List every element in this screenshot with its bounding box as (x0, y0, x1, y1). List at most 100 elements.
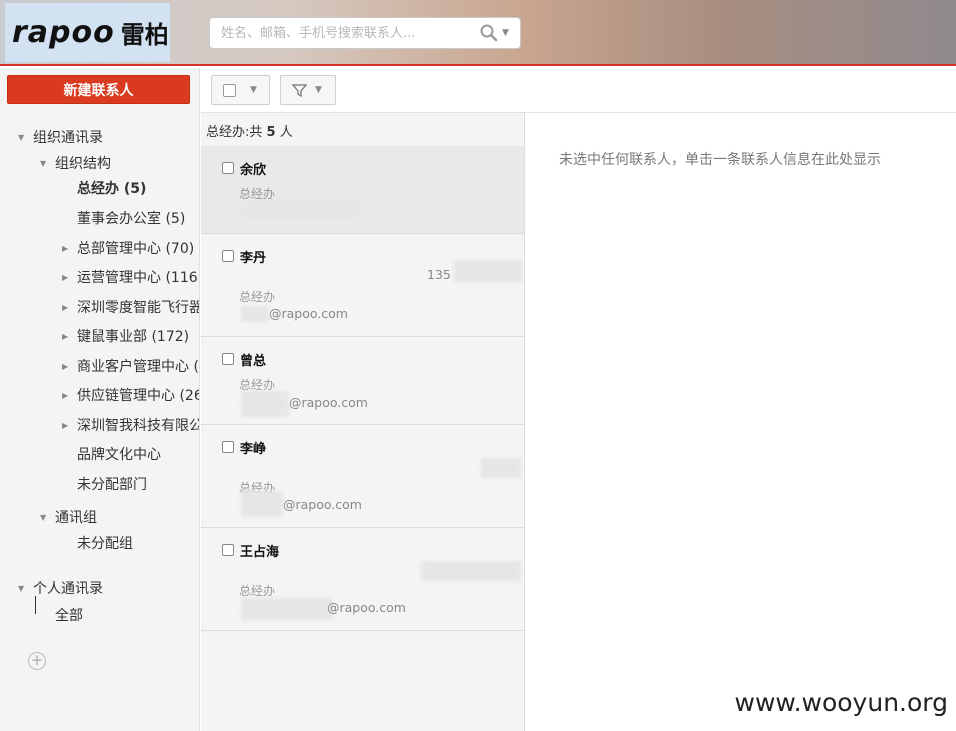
chevron-down-icon[interactable]: ▼ (502, 28, 512, 38)
sidebar: 新建联系人 ▼ 组织通讯录 ▼ 组织结构 总经办 (5) 董事会办公室 (5) … (0, 68, 200, 731)
select-all-checkbox[interactable] (223, 83, 236, 97)
triangle-right-icon[interactable]: ▶ (62, 391, 70, 400)
contact-list: 总经办:共 5 人 余欣 总经办 李丹 135 总经办 @rapoo.com 曾… (201, 113, 525, 731)
logo-text: rapoo (12, 15, 115, 50)
contact-card[interactable]: 余欣 总经办 (201, 146, 524, 234)
tree-org-root[interactable]: ▼ 组织通讯录 (18, 127, 103, 147)
contact-count: 总经办:共 5 人 (206, 121, 293, 140)
tree-label: 董事会办公室 (5) (77, 211, 186, 227)
triangle-down-icon[interactable]: ▼ (40, 159, 48, 168)
select-all-dropdown[interactable]: ▼ (211, 75, 270, 105)
redacted-block (421, 561, 521, 581)
tree-label: 组织通讯录 (33, 130, 103, 146)
contact-email: @rapoo.com (327, 600, 406, 615)
tree-dept-item[interactable]: 董事会办公室 (5) (77, 208, 185, 228)
tree-dept-item[interactable]: ▶ 运营管理中心 (116 (62, 267, 198, 287)
toolbar: ▼ ▼ (201, 68, 956, 113)
contact-name: 余欣 (240, 163, 267, 178)
tree-dept-item[interactable]: 品牌文化中心 (77, 444, 161, 464)
tree-groups[interactable]: ▼ 通讯组 (40, 507, 97, 527)
search-box[interactable]: ▼ (209, 17, 521, 49)
contact-checkbox[interactable] (222, 544, 234, 556)
triangle-right-icon[interactable]: ▶ (62, 362, 70, 371)
filter-icon[interactable] (292, 83, 307, 98)
text-cursor (35, 596, 36, 614)
tree-dept-item[interactable]: ▶ 深圳智我科技有限公 (62, 415, 200, 435)
tree-label: 全部 (55, 608, 83, 624)
triangle-down-icon[interactable]: ▼ (40, 513, 48, 522)
redacted-block (454, 260, 522, 282)
tree-dept-item[interactable]: ▶ 总部管理中心 (70) (62, 238, 194, 258)
tree-label: 组织结构 (55, 156, 111, 172)
logo: rapoo 雷柏 (5, 3, 170, 62)
tree-label: 运营管理中心 (116 (77, 270, 198, 286)
tree-label: 深圳智我科技有限公 (77, 418, 200, 434)
contact-card[interactable]: 李峥 总经办 @rapoo.com (201, 425, 524, 528)
tree-group-item[interactable]: 未分配组 (77, 533, 133, 553)
triangle-right-icon[interactable]: ▶ (62, 332, 70, 341)
filter-dropdown[interactable]: ▼ (280, 75, 336, 105)
tree-personal-all[interactable]: 全部 (55, 605, 83, 625)
app-header: rapoo 雷柏 ▼ (0, 0, 956, 66)
contact-email: @rapoo.com (283, 497, 362, 512)
count-prefix: 总经办:共 (206, 125, 263, 140)
redacted-block (241, 391, 289, 417)
tree-dept-item[interactable]: ▶ 键鼠事业部 (172) (62, 326, 189, 346)
contact-checkbox[interactable] (222, 162, 234, 174)
redacted-block (481, 458, 521, 478)
redacted-block (241, 306, 269, 322)
contact-card[interactable]: 曾总 总经办 @rapoo.com (201, 337, 524, 425)
search-input[interactable] (210, 19, 479, 47)
add-icon[interactable]: + (28, 652, 46, 670)
triangle-down-icon[interactable]: ▼ (18, 133, 26, 142)
tree-dept-item[interactable]: 未分配部门 (77, 474, 147, 494)
contact-card[interactable]: 李丹 135 总经办 @rapoo.com (201, 234, 524, 337)
tree-org-structure[interactable]: ▼ 组织结构 (40, 153, 111, 173)
redacted-block (241, 491, 283, 517)
tree-label: 通讯组 (55, 510, 97, 526)
triangle-right-icon[interactable]: ▶ (62, 244, 70, 253)
tree-personal-root[interactable]: ▼ 个人通讯录 (18, 578, 103, 598)
redacted-block (241, 598, 333, 620)
contact-checkbox[interactable] (222, 250, 234, 262)
contact-email: @rapoo.com (269, 306, 348, 321)
tree-dept-item[interactable]: ▶ 商业客户管理中心 ( (62, 356, 199, 376)
contact-dept: 总经办 (239, 584, 276, 598)
contact-name: 李丹 (240, 251, 267, 266)
tree-label: 总部管理中心 (70) (77, 241, 195, 257)
tree-label: 深圳零度智能飞行器 (77, 300, 200, 316)
contact-checkbox[interactable] (222, 353, 234, 365)
empty-detail-hint: 未选中任何联系人，单击一条联系人信息在此处显示 (559, 152, 881, 168)
search-icon[interactable] (479, 23, 499, 43)
contact-email: @rapoo.com (289, 395, 368, 410)
count-suffix: 人 (279, 125, 293, 140)
chevron-down-icon[interactable]: ▼ (250, 85, 257, 95)
tree-label: 品牌文化中心 (77, 447, 161, 463)
tree-label: 未分配组 (77, 536, 133, 552)
tree-dept-item[interactable]: ▶ 深圳零度智能飞行器 (62, 297, 200, 317)
watermark: www.wooyun.org (734, 688, 948, 717)
detail-pane: 未选中任何联系人，单击一条联系人信息在此处显示 (526, 113, 956, 731)
tree-label: 商业客户管理中心 ( (77, 359, 199, 375)
chevron-down-icon[interactable]: ▼ (315, 85, 322, 95)
tree-label: 个人通讯录 (33, 581, 103, 597)
contact-card[interactable]: 王占海 总经办 @rapoo.com (201, 528, 524, 631)
tree-label: 未分配部门 (77, 477, 147, 493)
contact-name: 李峥 (240, 442, 267, 457)
redacted-block (241, 203, 361, 219)
new-contact-button[interactable]: 新建联系人 (7, 75, 190, 104)
tree-label: 键鼠事业部 (172) (77, 329, 190, 345)
contact-name: 曾总 (240, 354, 267, 369)
triangle-right-icon[interactable]: ▶ (62, 303, 70, 312)
logo-cn-text: 雷柏 (120, 21, 169, 49)
contact-phone: 135 (427, 267, 451, 282)
triangle-right-icon[interactable]: ▶ (62, 421, 70, 430)
tree-label: 供应链管理中心 (26 (77, 388, 200, 404)
tree-label: 总经办 (5) (77, 181, 147, 197)
contact-dept: 总经办 (239, 187, 276, 201)
tree-dept-item[interactable]: ▶ 供应链管理中心 (26 (62, 385, 200, 405)
contact-checkbox[interactable] (222, 441, 234, 453)
triangle-down-icon[interactable]: ▼ (18, 584, 26, 593)
tree-dept-item[interactable]: 总经办 (5) (77, 178, 146, 198)
triangle-right-icon[interactable]: ▶ (62, 273, 70, 282)
